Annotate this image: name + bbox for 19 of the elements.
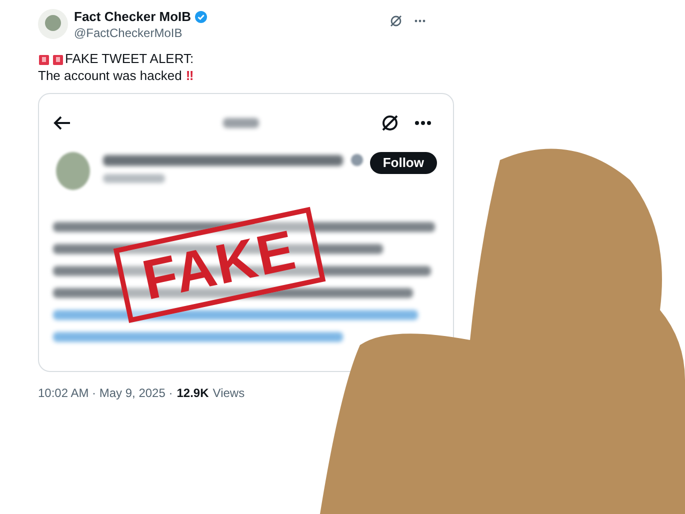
follow-button[interactable]: Follow — [370, 152, 437, 174]
siren-icon — [38, 52, 50, 64]
post-timestamp: 10:02 AM · May 9, 2025 · — [38, 385, 173, 402]
emblem-avatar — [53, 150, 93, 192]
more-icon[interactable] — [415, 121, 431, 125]
back-arrow-icon[interactable] — [53, 116, 71, 130]
author-handle[interactable]: @FactCheckerMoIB — [74, 25, 208, 41]
blurred-handle — [103, 174, 165, 183]
verified-badge-icon — [351, 154, 363, 166]
view-count: 12.9K — [176, 385, 209, 402]
exclamation-mark: ‼ — [186, 67, 194, 84]
siren-icon — [52, 52, 64, 64]
more-icon[interactable] — [414, 19, 426, 23]
alert-text: FAKE TWEET ALERT: — [65, 50, 194, 67]
author-name[interactable]: Fact Checker MoIB — [74, 9, 192, 25]
blurred-title — [223, 118, 259, 128]
views-label: Views — [212, 385, 245, 402]
post-text: The account was hacked — [38, 67, 182, 84]
emblem-avatar[interactable] — [38, 9, 68, 39]
